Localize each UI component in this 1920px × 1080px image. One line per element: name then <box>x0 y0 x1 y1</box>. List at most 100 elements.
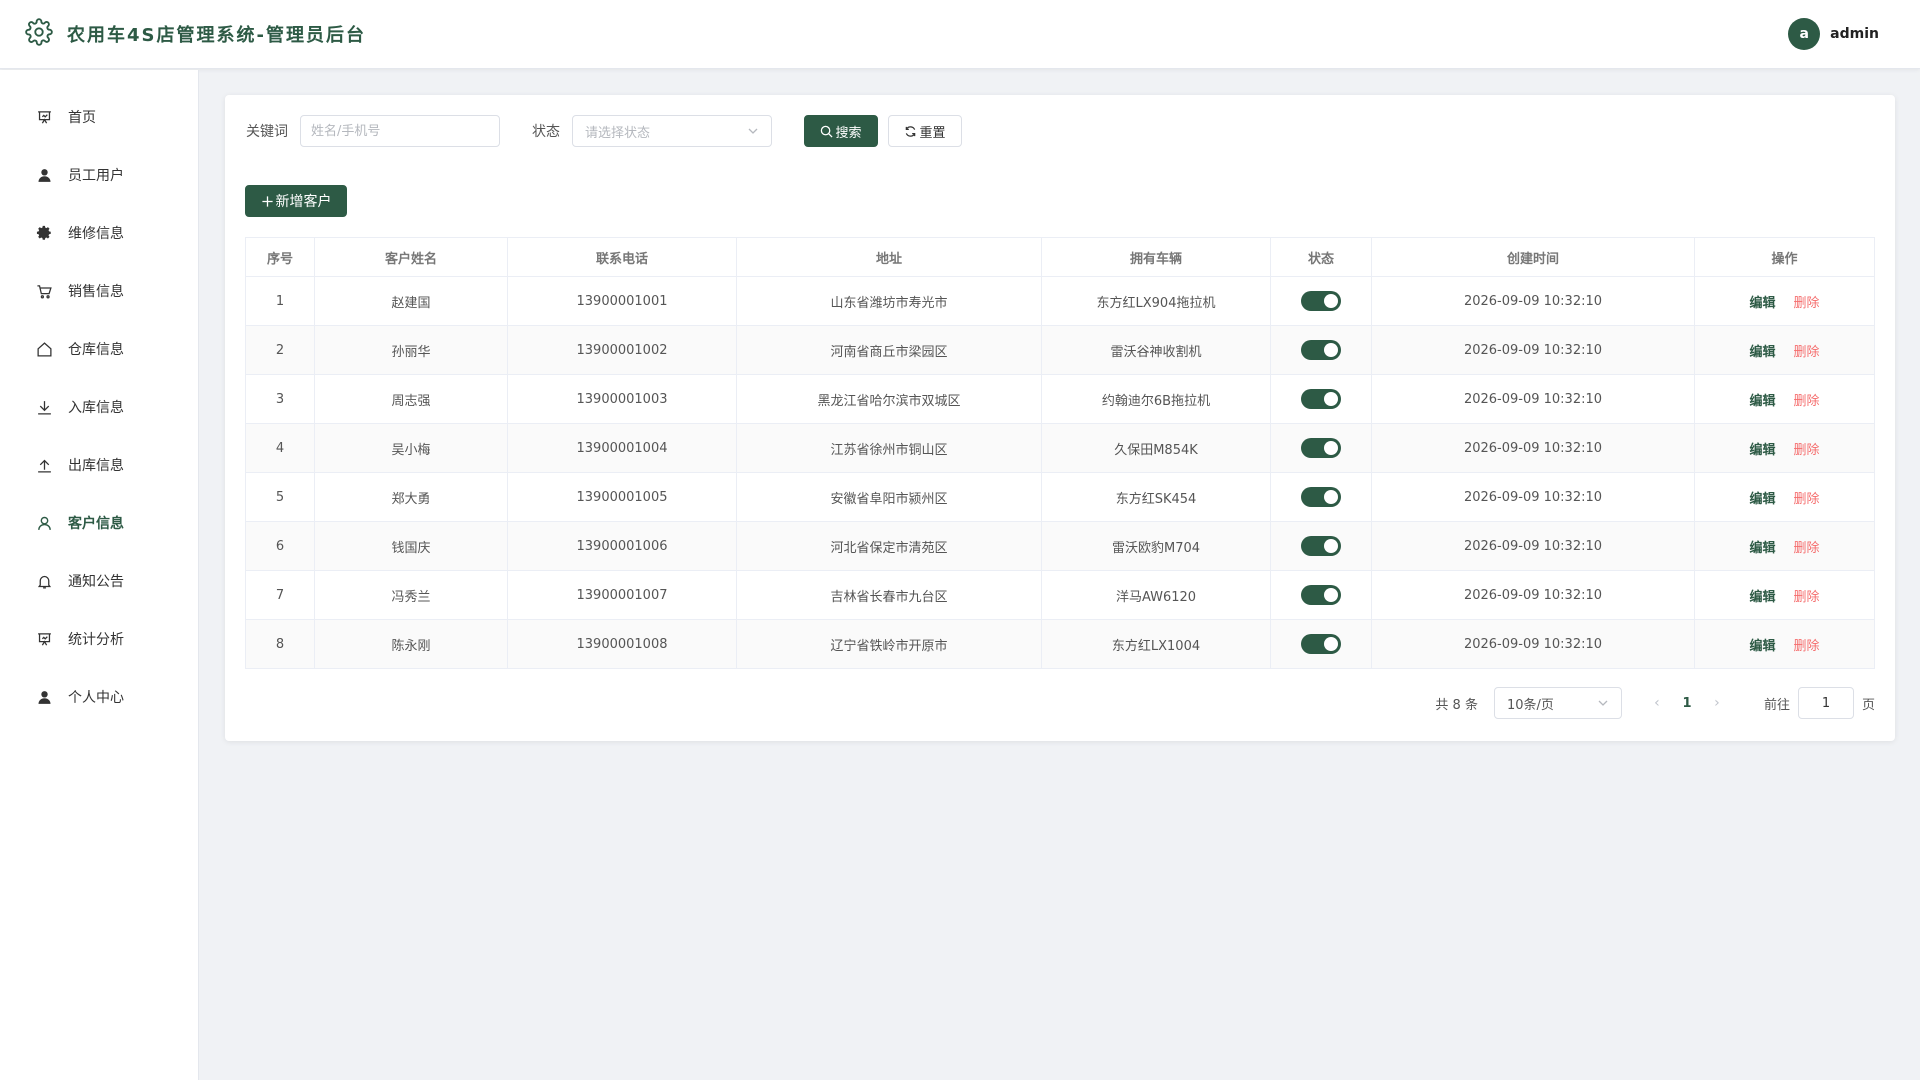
delete-button[interactable]: 删除 <box>1794 443 1820 458</box>
row-index-cell: 4 <box>245 423 315 473</box>
phone-number-cell: 13900001006 <box>507 521 737 571</box>
sidebar-item-home[interactable]: 首页 <box>0 88 198 146</box>
column-header[interactable]: 地址 <box>736 237 1042 277</box>
page-size-value: 10条/页 <box>1506 697 1554 713</box>
status-toggle[interactable] <box>1301 340 1341 360</box>
created-time-cell: 2026-09-09 10:32:10 <box>1371 325 1695 375</box>
edit-button[interactable]: 编辑 <box>1749 394 1775 409</box>
edit-button[interactable]: 编辑 <box>1749 639 1775 654</box>
customer-table: 序号 客户姓名 联系电话 地址 拥有车辆 状态 创建时间 操作 1 赵建国 1390… <box>245 237 1875 669</box>
status-select[interactable]: 请选择状态 <box>572 115 772 147</box>
address-cell: 安徽省阜阳市颍州区 <box>736 472 1042 522</box>
delete-button[interactable]: 删除 <box>1794 345 1820 360</box>
row-index-cell: 3 <box>245 374 315 424</box>
status-label: 状态 <box>532 124 560 140</box>
reset-button[interactable]: 重置 <box>888 115 962 147</box>
goto-page-input[interactable] <box>1797 687 1854 719</box>
avatar[interactable]: a <box>1788 18 1821 50</box>
status-toggle[interactable] <box>1301 487 1341 507</box>
status-cell <box>1270 276 1372 326</box>
page-number[interactable]: 1 <box>1672 696 1702 711</box>
table-row: 5 郑大勇 13900001005 安徽省阜阳市颍州区 东方红SK454 2026-09-… <box>245 472 1875 522</box>
sidebar-item-statistics[interactable]: 统计分析 <box>0 610 198 668</box>
edit-button[interactable]: 编辑 <box>1749 296 1775 311</box>
page-suffix: 页 <box>1861 697 1875 713</box>
table-row: 7 冯秀兰 13900001007 吉林省长春市九台区 洋马AW6120 2026-09-… <box>245 570 1875 620</box>
column-header[interactable]: 创建时间 <box>1371 237 1695 277</box>
edit-button[interactable]: 编辑 <box>1749 492 1775 507</box>
gear-icon <box>35 224 53 242</box>
prev-page-button[interactable]: ‹ <box>1642 695 1672 711</box>
status-cell <box>1270 374 1372 424</box>
sidebar-item-stock-in[interactable]: 入库信息 <box>0 378 198 436</box>
status-cell <box>1270 570 1372 620</box>
logo: 农用车4S店管理系统-管理员后台 <box>25 18 366 50</box>
page-size-select[interactable]: 10条/页 <box>1493 687 1622 719</box>
column-header[interactable]: 拥有车辆 <box>1041 237 1271 277</box>
add-customer-button[interactable]: 新增客户 <box>245 185 347 217</box>
search-icon <box>821 125 834 138</box>
column-header[interactable]: 状态 <box>1270 237 1372 277</box>
sidebar-item-employees[interactable]: 员工用户 <box>0 146 198 204</box>
created-time-cell: 2026-09-09 10:32:10 <box>1371 276 1695 326</box>
username[interactable]: admin <box>1830 26 1879 42</box>
delete-button[interactable]: 删除 <box>1794 590 1820 605</box>
status-toggle[interactable] <box>1301 389 1341 409</box>
sidebar-item-repair[interactable]: 维修信息 <box>0 204 198 262</box>
actions-cell: 编辑 删除 <box>1694 423 1875 473</box>
delete-button[interactable]: 删除 <box>1794 541 1820 556</box>
row-index-cell: 5 <box>245 472 315 522</box>
address-cell: 黑龙江省哈尔滨市双城区 <box>736 374 1042 424</box>
sidebar-item-customers[interactable]: 客户信息 <box>0 494 198 552</box>
status-toggle[interactable] <box>1301 536 1341 556</box>
search-button[interactable]: 搜索 <box>804 115 878 147</box>
address-cell: 江苏省徐州市铜山区 <box>736 423 1042 473</box>
status-toggle[interactable] <box>1301 438 1341 458</box>
next-page-button[interactable]: › <box>1702 695 1732 711</box>
sidebar: 首页 员工用户 维修信息 销售信息 仓库信息 入库信息 出库信息 客户信息 通知… <box>0 70 199 1080</box>
delete-button[interactable]: 删除 <box>1794 394 1820 409</box>
customer-name-cell: 孙丽华 <box>314 325 508 375</box>
edit-button[interactable]: 编辑 <box>1749 345 1775 360</box>
status-cell <box>1270 521 1372 571</box>
status-toggle[interactable] <box>1301 291 1341 311</box>
edit-button[interactable]: 编辑 <box>1749 590 1775 605</box>
house-icon <box>35 340 53 358</box>
created-time-cell: 2026-09-09 10:32:10 <box>1371 423 1695 473</box>
keyword-input[interactable] <box>300 115 500 147</box>
actions-cell: 编辑 删除 <box>1694 521 1875 571</box>
actions-cell: 编辑 删除 <box>1694 276 1875 326</box>
status-cell <box>1270 423 1372 473</box>
phone-number-cell: 13900001007 <box>507 570 737 620</box>
sidebar-item-label: 维修信息 <box>68 226 124 242</box>
filter-bar: 关键词 状态 请选择状态 搜索 重置 <box>246 115 962 147</box>
edit-button[interactable]: 编辑 <box>1749 443 1775 458</box>
row-index-cell: 2 <box>245 325 315 375</box>
sidebar-item-stock-out[interactable]: 出库信息 <box>0 436 198 494</box>
column-header[interactable]: 序号 <box>245 237 315 277</box>
sidebar-item-warehouse[interactable]: 仓库信息 <box>0 320 198 378</box>
edit-button[interactable]: 编辑 <box>1749 541 1775 556</box>
sidebar-item-profile[interactable]: 个人中心 <box>0 668 198 726</box>
column-header[interactable]: 联系电话 <box>507 237 737 277</box>
user-menu[interactable]: a admin <box>1788 18 1879 50</box>
status-toggle[interactable] <box>1301 634 1341 654</box>
gear-icon <box>25 18 53 50</box>
phone-number-cell: 13900001008 <box>507 619 737 669</box>
refresh-icon <box>906 125 916 137</box>
address-cell: 山东省潍坊市寿光市 <box>736 276 1042 326</box>
vehicle-cell: 东方红LX904拖拉机 <box>1041 276 1271 326</box>
customer-name-cell: 周志强 <box>314 374 508 424</box>
delete-button[interactable]: 删除 <box>1794 639 1820 654</box>
total-count: 共 8 条 <box>1435 697 1478 713</box>
column-header[interactable]: 操作 <box>1694 237 1875 277</box>
delete-button[interactable]: 删除 <box>1794 492 1820 507</box>
status-toggle[interactable] <box>1301 585 1341 605</box>
data-board-icon <box>35 630 53 648</box>
sidebar-item-sales[interactable]: 销售信息 <box>0 262 198 320</box>
vehicle-cell: 雷沃谷神收割机 <box>1041 325 1271 375</box>
column-header[interactable]: 客户姓名 <box>314 237 508 277</box>
delete-button[interactable]: 删除 <box>1794 296 1820 311</box>
sidebar-item-notices[interactable]: 通知公告 <box>0 552 198 610</box>
sidebar-item-label: 个人中心 <box>68 690 124 706</box>
